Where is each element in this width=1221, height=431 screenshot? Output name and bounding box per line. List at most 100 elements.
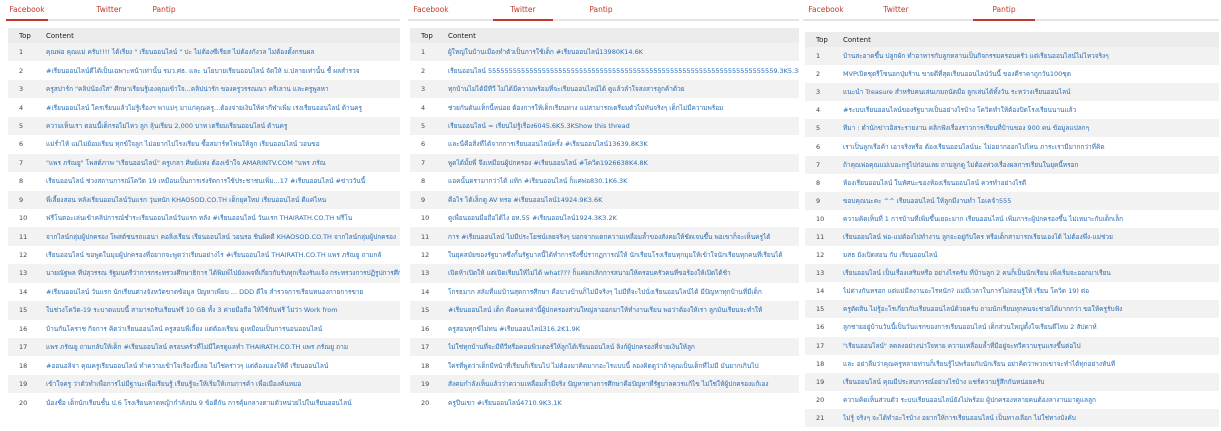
content-link[interactable]: นายณัฐพล ทีปสุวรรณ รัฐมนตรีว่าการกระทรวง… (46, 269, 400, 277)
content-link[interactable]: "แพร ภรัณยู" โพสต์ภาพ "เรียนออนไลน์" ครู… (46, 159, 326, 167)
content-link[interactable]: #เรียนออนไลน์ดีได้เป็นเฉพาะหน้าเท่านั้น … (46, 67, 360, 75)
rank-cell: 10 (19, 214, 28, 223)
table-row: 14 #เรียนออนไลน์ วันแรก นักเรียนต่างจังหว… (8, 282, 400, 302)
tab-facebook[interactable]: Facebook (408, 3, 454, 21)
rank-cell: 7 (421, 158, 426, 167)
content-link[interactable]: #ระบบเรียนออนไลน์ของรัฐบาลเป็นอย่างไรบ้า… (843, 106, 1076, 114)
content-link[interactable]: ไม่ใช่ทุกบ้านที่จะมีทีวีหรือคอมพิวเตอร์ใ… (448, 343, 695, 351)
rank-cell: 18 (19, 361, 28, 370)
content-link[interactable]: เรียนออนไลน์ ช่วงสถานการณ์โควิด 19 เหมือ… (46, 177, 365, 185)
tab-twitter[interactable]: Twitter (493, 3, 553, 21)
rank-cell: 16 (19, 324, 28, 333)
content-cell: น้องชื่อ เด็กนักเรียนชั้น ป.6 โรงเรียนลา… (46, 393, 400, 411)
content-link[interactable]: ทีมา : ตำนักข่าวอิสระรายงาน คลิกฟังเรื่อ… (843, 124, 1089, 132)
content-cell: ถ้าคุณพ่อคุณแม่เบอะกรูไปก่อนเลย ถามลูกดู… (843, 156, 1219, 174)
content-link[interactable]: พูดได้มั้ยพี่ จึงเหมือนผู้ปกครอง #เรียนอ… (448, 159, 648, 167)
content-link[interactable]: #เรียนออนไลน์ เด็ก คือคนเหล่านี้ผู้ปกครอ… (448, 306, 762, 314)
rank-cell: 19 (421, 380, 430, 389)
rank-cell: 12 (421, 251, 430, 260)
content-link[interactable]: เราเป็นลูกเรือค้า เอาจริงหรือ ต้องเรียนอ… (843, 143, 1105, 151)
content-link[interactable]: ลูกชายอยู่บ้านวันนี้เป็นวันแรกของการเรีย… (843, 323, 1097, 331)
content-link[interactable]: พี่เลี้ยงสอน หลังเรียนออนไลน์วันแรก วุ่น… (46, 196, 326, 204)
content-link[interactable]: เข้าใจครู ว่าตัวทำเพื่อการไม่มีฐานะเพื่อ… (46, 380, 301, 388)
content-link[interactable]: #เรียนออนไลน์ ใครเรียนแล้วไม่รู้เรื่องฯ … (46, 104, 362, 112)
tab-facebook[interactable]: Facebook (6, 3, 48, 21)
rank-cell: 13 (19, 269, 28, 278)
tab-label: Twitter (96, 5, 122, 14)
content-link[interactable]: เรียนออนไลน์ คุณมีประสบการณ์อย่างไรบ้าง … (843, 378, 1044, 386)
content-link[interactable]: MVPเปิดชุดรีโซนอกปุ่มร้าน ขายดีที่สุดเรี… (843, 70, 1071, 78)
tab-twitter[interactable]: Twitter (876, 3, 917, 21)
content-link[interactable]: ผู้ใหญ่ในบ้านเมืองทำตัวเป็นการใช้เด็ก #เ… (448, 48, 643, 56)
content-link[interactable]: และนี่คือสิ่งที่ได้จากการเรียนออนไลน์ครั… (448, 140, 648, 148)
content-link[interactable]: ในช่วงโควิด-19 ระบาดแบบนี้ สามารถรับเรีย… (46, 306, 338, 314)
table-row: 2 #เรียนออนไลน์ดีได้เป็นเฉพาะหน้าเท่านั้น… (8, 61, 400, 80)
content-link[interactable]: "เรียนออนไลน์" ลดลงอย่างน่าใจหาย ความเหล… (843, 342, 1081, 350)
content-link[interactable]: ครูตัดสิน ไม่รู้อะไรเกี่ยวกับเรียนออนไลน… (843, 305, 1122, 313)
content-link[interactable]: ขอบคุณนะคะ ^^ เรียนออนไลน์ ให้ลูกมีงานทำ… (843, 197, 1011, 205)
content-link[interactable]: แอคนั้นดรามากว่าได้ แท้ก #เรียนออนไลน์ ก… (448, 177, 627, 185)
content-link[interactable]: ในยุคสมัยของรัฐบาลซึ่งกั้นรัฐบาลนี้ได้ทำ… (448, 251, 783, 259)
content-link[interactable]: สังคมกำลังเห็นแล้วว่าความเหลื่อมล้ำมีจริ… (448, 380, 769, 388)
content-link[interactable]: เรียนออนไลน์ 555555555555555555555555555… (448, 67, 799, 75)
content-link[interactable]: #เรียนออนไลน์ วันแรก นักเรียนต่างจังหวัด… (46, 288, 363, 296)
content-link[interactable]: การ #เรียนออนไลน์ ไม่มีประโยชน์เลยจริงๆ … (448, 233, 771, 241)
table-row: 8 ห้องเรียนออนไลน์ ในทัศนะของห้องเรียนออน… (805, 173, 1219, 192)
tab-pantip[interactable]: Pantip (583, 3, 619, 21)
content-cell: แม่ร่ำไห้ แม่ไม่ย้อมเรียน ทุกข์ใจลูก ไม่… (46, 135, 400, 153)
table-row: 15 ครูตัดสิน ไม่รู้อะไรเกี่ยวกับเรียนออนไ… (805, 300, 1219, 319)
content-link[interactable]: ครูสปาร์ก "คลิปน้องใส" ศึกษาเรียนรู้เองค… (46, 85, 329, 93)
tab-facebook[interactable]: Facebook (803, 3, 849, 21)
content-link[interactable]: #ออนอลิจา คุณครูเรียนออนไลน์ ทำความเข้าใ… (46, 362, 328, 370)
content-link[interactable]: แพร ภรัณยู ถามกลับให้เด็ก #เรียนออนไลน์ … (46, 343, 348, 351)
rank-cell: 14 (421, 287, 430, 296)
content-link[interactable]: เรียนออนไลน์ ขอพูดในมุมผู้ปกครองที่อยากจ… (46, 251, 381, 259)
tab-twitter[interactable]: Twitter (89, 3, 130, 21)
content-link[interactable]: แม่ร่ำไห้ แม่ไม่ย้อมเรียน ทุกข์ใจลูก ไม่… (46, 140, 320, 148)
content-link[interactable]: มสธ ยังเปิดสอน กับ เรียนออนไลน์ (843, 251, 937, 259)
content-link[interactable]: เรียนออนไลน์ = เรียนไม่รู้เรื่อง6045.6K5… (448, 122, 630, 130)
rank-cell: 14 (19, 287, 28, 296)
content-link[interactable]: ครูสอนทุกข์ไม่ทน #เรียนออนไลน์316.2K1.9K (448, 325, 580, 333)
content-link[interactable]: ความคิดเห็นส่วนตัว ระบบเรียนออนไลน์ยังไม… (843, 396, 1096, 404)
content-link[interactable]: ช่วยกันดันแท็กนี้หน่อย ต้องการให้เด็กเรี… (448, 104, 723, 112)
content-link[interactable]: จากไลน์กลุ่มผู้ปกครอง โพสต์ชนรถแอนา คอลิ… (46, 233, 396, 241)
content-link[interactable]: บ้านสะอาดขึ้น ปลูกผัก ทำอาหารกับลูกหลานเ… (843, 52, 1109, 60)
content-link[interactable]: ใครที่พูดว่าเด็กมีหน้าที่เรียนก็เรียนไป … (448, 362, 759, 370)
content-cell: เข้าใจครู ว่าตัวทำเพื่อการไม่มีฐานะเพื่อ… (46, 375, 400, 393)
content-link[interactable]: คุณพ่อ คุณแม่ ครับ!!!! ได้เรียง " เรียนอ… (46, 48, 314, 56)
table-row: 7 พูดได้มั้ยพี่ จึงเหมือนผู้ปกครอง #เรียน… (410, 153, 799, 173)
table-row: 6 เราเป็นลูกเรือค้า เอาจริงหรือ ต้องเรียน… (805, 137, 1219, 156)
content-link[interactable]: คือไร ได้เล็กดู AV ทรอ #เรียนออนไลน์1492… (448, 196, 602, 204)
content-link[interactable]: ฟรีโนตอะเล่นเข้าคลิปการณ์ชำระเรียนออนไลน… (46, 214, 352, 222)
table-row: 5 เรียนออนไลน์ = เรียนไม่รู้เรื่อง6045.6K… (410, 116, 799, 136)
content-link[interactable]: และ อย่าลืมว่าคุณครูหลายท่านก็เรียนรู้ไป… (843, 360, 1115, 368)
content-link[interactable]: ความเห็นเรา ตอนนี้เด็กรอไม่ไหว ลูก ลุ้นเ… (46, 122, 287, 130)
content-cell: ครูสอนทุกข์ไม่ทน #เรียนออนไลน์316.2K1.9K (448, 320, 799, 338)
content-link[interactable]: ความคิดเห็นที่ 1 การบ้านที่เพิ่มขึ้นเยอะ… (843, 215, 1123, 223)
content-link[interactable]: เรียนออนไลน์ พ่อ-แม่ต้องไปทำงาน ลูกจะอยู… (843, 233, 1113, 241)
content-link[interactable]: ห้องเรียนออนไลน์ ในทัศนะของห้องเรียนออนไ… (843, 179, 1026, 187)
content-link[interactable]: ไม่ต่างกันหรอก แต่แม่มีลงานอะไรหนัก? แม่… (843, 287, 1089, 295)
content-link[interactable]: ดูเพื่อนออนมือถือได้ไง อห.55 #เรียนออนไล… (448, 214, 617, 222)
content-link[interactable]: โกรธมาก สลัมที่แม่บ้านสุดการศึกษา คือบาง… (448, 288, 762, 296)
content-link[interactable]: ครูปีนเขา #เรียนออนไลน์4710.9K3.1K (448, 399, 562, 407)
content-link[interactable]: เปิดห้าเปิดให้ แต่เปิดเรียนให้ไม่ได้ wha… (448, 269, 731, 277)
tab-pantip[interactable]: Pantip (146, 3, 182, 21)
table-row: 11 เรียนออนไลน์ พ่อ-แม่ต้องไปทำงาน ลูกจะอ… (805, 227, 1219, 247)
content-link[interactable]: ถ้าคุณพ่อคุณแม่เบอะกรูไปก่อนเลย ถามลูกดู… (843, 161, 1078, 169)
table-row: 2 MVPเปิดชุดรีโซนอกปุ่มร้าน ขายดีที่สุดเร… (805, 65, 1219, 84)
table-row: 15 ในช่วงโควิด-19 ระบาดแบบนี้ สามารถรับเร… (8, 301, 400, 320)
content-link[interactable]: บ้านกันโคราช กิจการ คิดว่าเรียนออนไลน์ ค… (46, 325, 322, 333)
content-link[interactable]: น้องชื่อ เด็กนักเรียนชั้น ป.6 โรงเรียนลา… (46, 399, 352, 407)
content-cell: ผู้ใหญ่ในบ้านเมืองทำตัวเป็นการใช้เด็ก #เ… (448, 43, 799, 61)
content-link[interactable]: ไม่รู้ จริงๆ จะได้ทำอะไรบ้าง อยากให้การเ… (843, 414, 1076, 422)
content-cell: แนะนำ Treasure สำหรับคนเล่นเกมถนัดมือ ลู… (843, 83, 1219, 101)
content-cell: ทุกบ้านไม่ได้มีทีวี ไม่ได้มีความพร้อมที่… (448, 80, 799, 98)
content-link[interactable]: แนะนำ Treasure สำหรับคนเล่นเกมถนัดมือ ลู… (843, 88, 1071, 96)
tab-pantip[interactable]: Pantip (973, 3, 1035, 21)
table-row: 17 "เรียนออนไลน์" ลดลงอย่างน่าใจหาย ความเ… (805, 336, 1219, 355)
content-link[interactable]: ทุกบ้านไม่ได้มีทีวี ไม่ได้มีความพร้อมที่… (448, 85, 685, 93)
table-row: 3 แนะนำ Treasure สำหรับคนเล่นเกมถนัดมือ ล… (805, 83, 1219, 102)
content-link[interactable]: เรียนออนไลน์ เป็นเรื่องเสริมหรือ อย่างไร… (843, 269, 1111, 277)
